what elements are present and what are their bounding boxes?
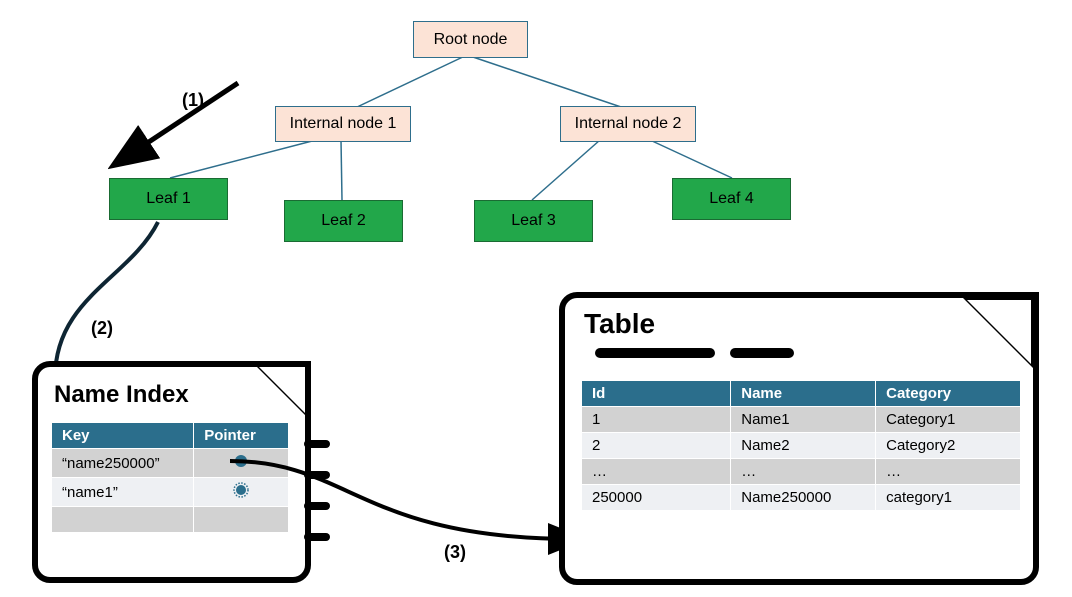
leaf-1: Leaf 1 (109, 178, 228, 220)
leaf-2: Leaf 2 (284, 200, 403, 242)
table-row: 2 Name2 Category2 (582, 433, 1021, 459)
leaf-4: Leaf 4 (672, 178, 791, 220)
table-row: … … … (582, 459, 1021, 485)
name-index-table: Key Pointer “name250000” “name1” (51, 422, 289, 533)
binder-hole-icon (304, 471, 330, 479)
index-header-pointer: Pointer (194, 423, 289, 449)
root-node: Root node (413, 21, 528, 58)
page-fold-icon (251, 361, 311, 421)
binder-hole-icon (304, 502, 330, 510)
index-row: “name1” (52, 478, 289, 507)
table-card: Table Id Name Category 1 Name1 Category1… (559, 292, 1039, 585)
table-row: 1 Name1 Category1 (582, 407, 1021, 433)
binder-hole-icon (304, 533, 330, 541)
pointer-icon (233, 482, 249, 498)
page-fold-icon (957, 292, 1039, 374)
name-index-title: Name Index (54, 381, 189, 409)
step-2-label: (2) (91, 318, 113, 339)
table-header-id: Id (582, 381, 731, 407)
binder-hole-icon (304, 440, 330, 448)
leaf-3: Leaf 3 (474, 200, 593, 242)
step-1-label: (1) (182, 90, 204, 111)
internal-node-1: Internal node 1 (275, 106, 411, 142)
step-3-label: (3) (444, 542, 466, 563)
index-row: “name250000” (52, 449, 289, 478)
pointer-icon (233, 453, 249, 469)
index-header-key: Key (52, 423, 194, 449)
internal-node-2: Internal node 2 (560, 106, 696, 142)
name-index-card: Name Index Key Pointer “name250000” “nam… (32, 361, 311, 583)
table-header-name: Name (731, 381, 876, 407)
redaction-bar-icon (595, 348, 715, 358)
redaction-bar-icon (730, 348, 794, 358)
main-table: Id Name Category 1 Name1 Category1 2 Nam… (581, 380, 1021, 511)
table-card-title: Table (584, 308, 655, 340)
table-row: 250000 Name250000 category1 (582, 485, 1021, 511)
table-header-category: Category (876, 381, 1021, 407)
index-row (52, 507, 289, 533)
